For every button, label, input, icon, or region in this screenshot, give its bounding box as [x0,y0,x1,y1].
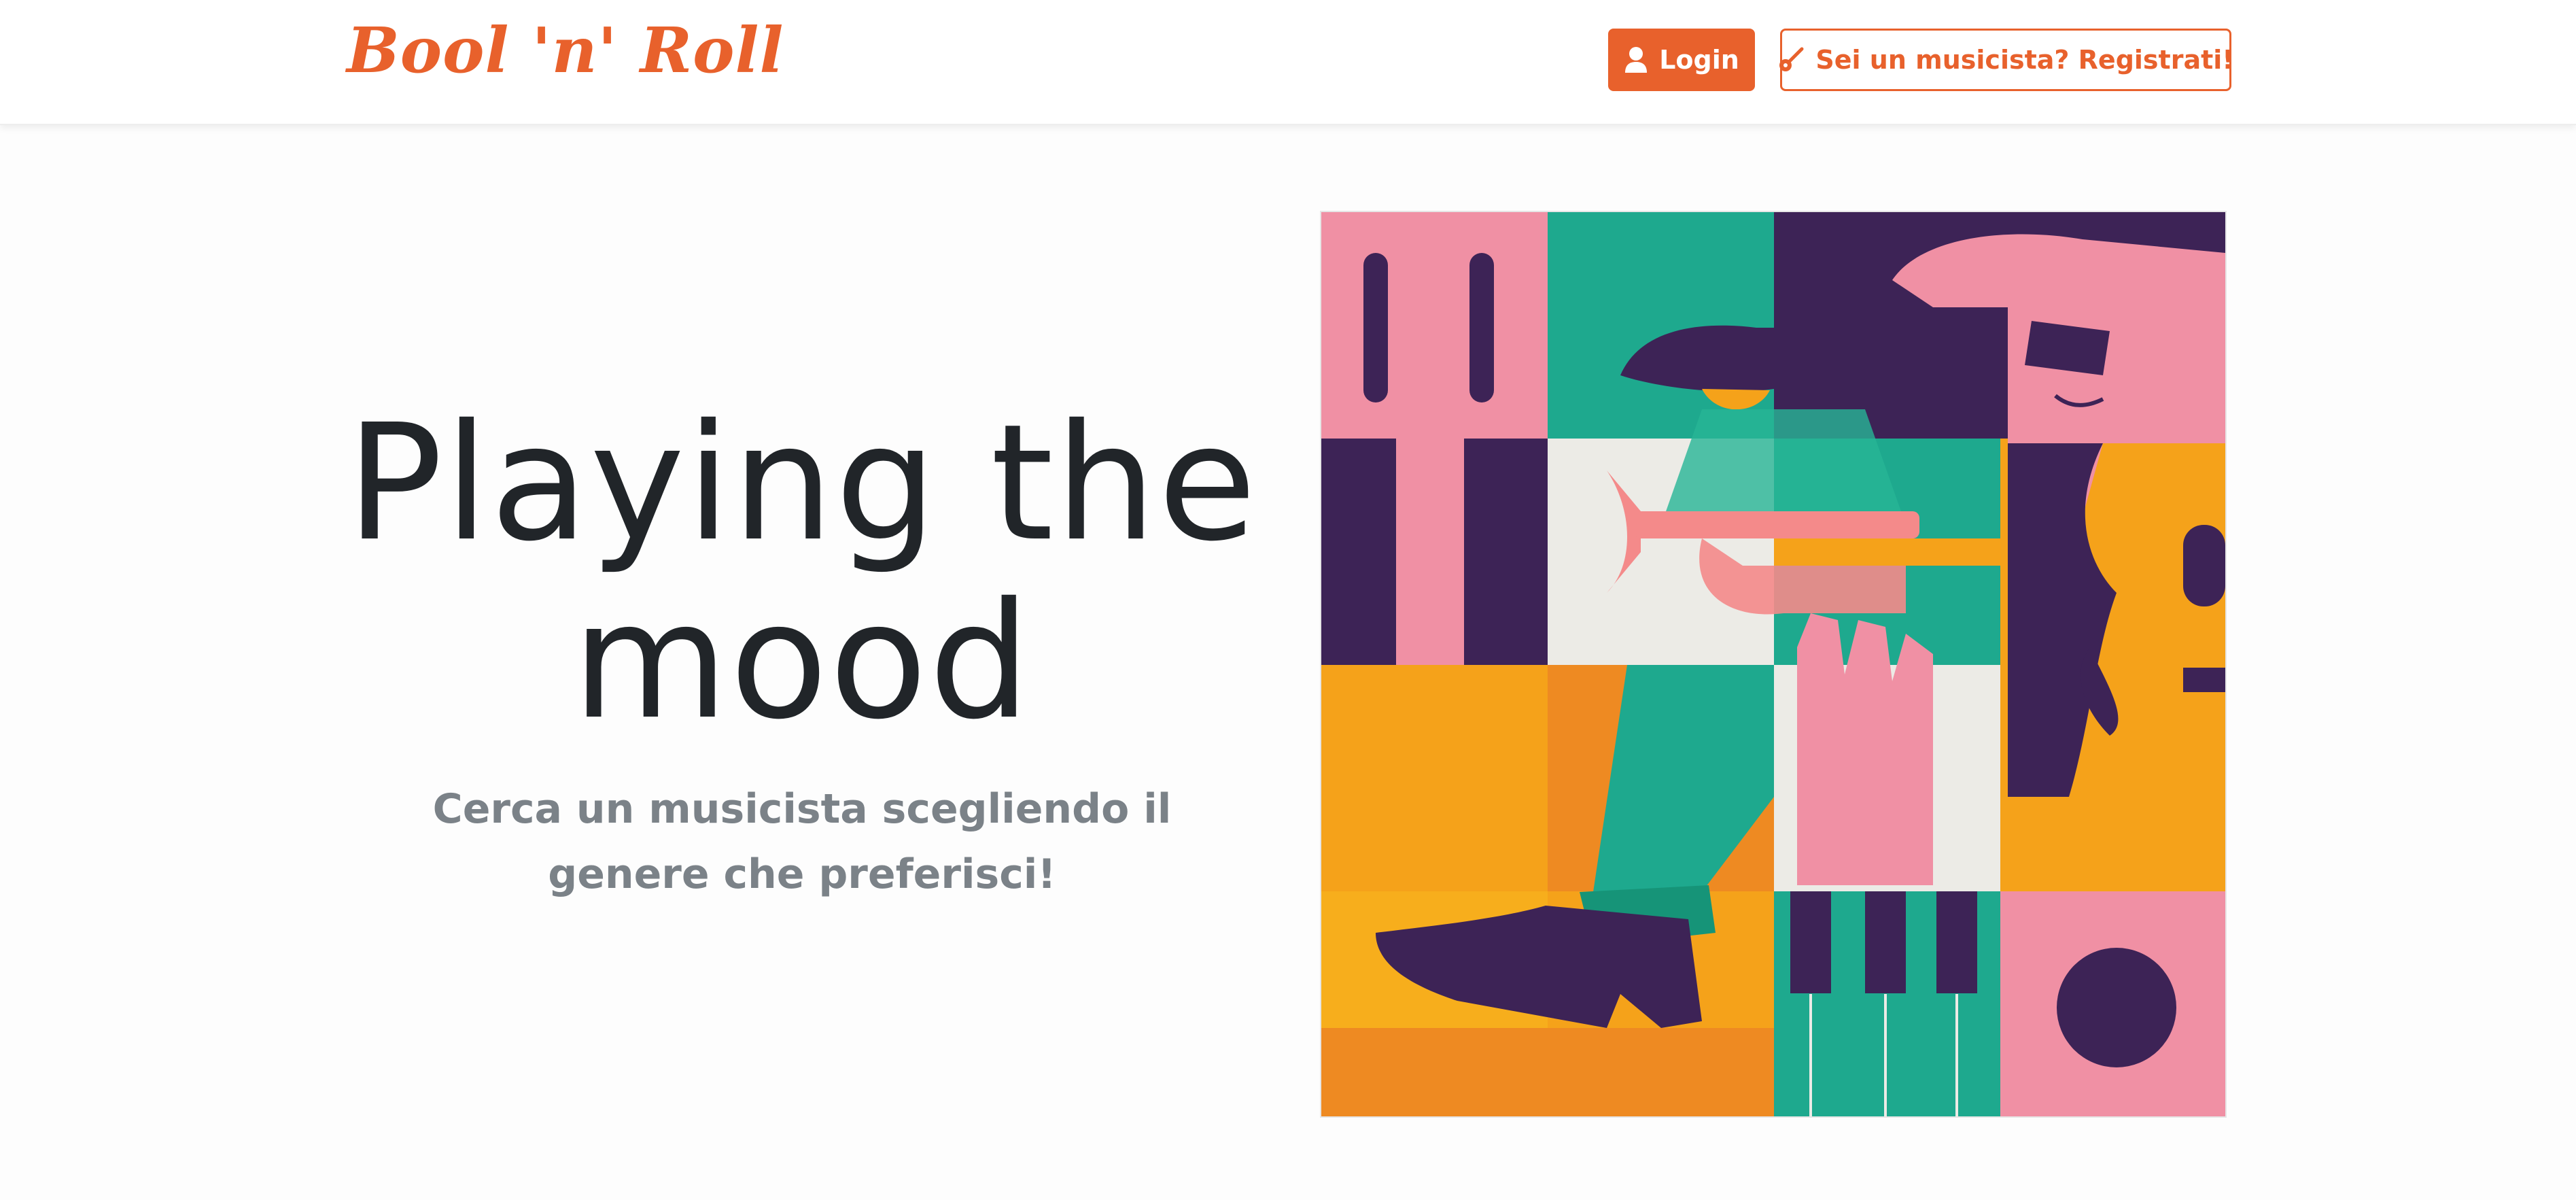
register-label: Sei un musicista? Registrati! [1815,45,2234,75]
musician-illustration [1321,212,2225,1116]
login-label: Login [1659,45,1739,75]
hero-illustration [1320,211,2227,1118]
brand-logo[interactable]: Bool 'n' Roll [347,14,784,87]
hero-subtitle: Cerca un musicista scegliendo il genere … [432,785,1172,898]
guitar-icon [1779,47,1804,71]
navbar: Bool 'n' Roll Login Sei un musicista? Re… [0,0,2576,125]
register-button[interactable]: Sei un musicista? Registrati! [1779,29,2234,91]
login-button[interactable]: Login [1608,29,1755,91]
hero-title: Playing the mood [346,390,1258,755]
user-icon [1625,47,1648,73]
